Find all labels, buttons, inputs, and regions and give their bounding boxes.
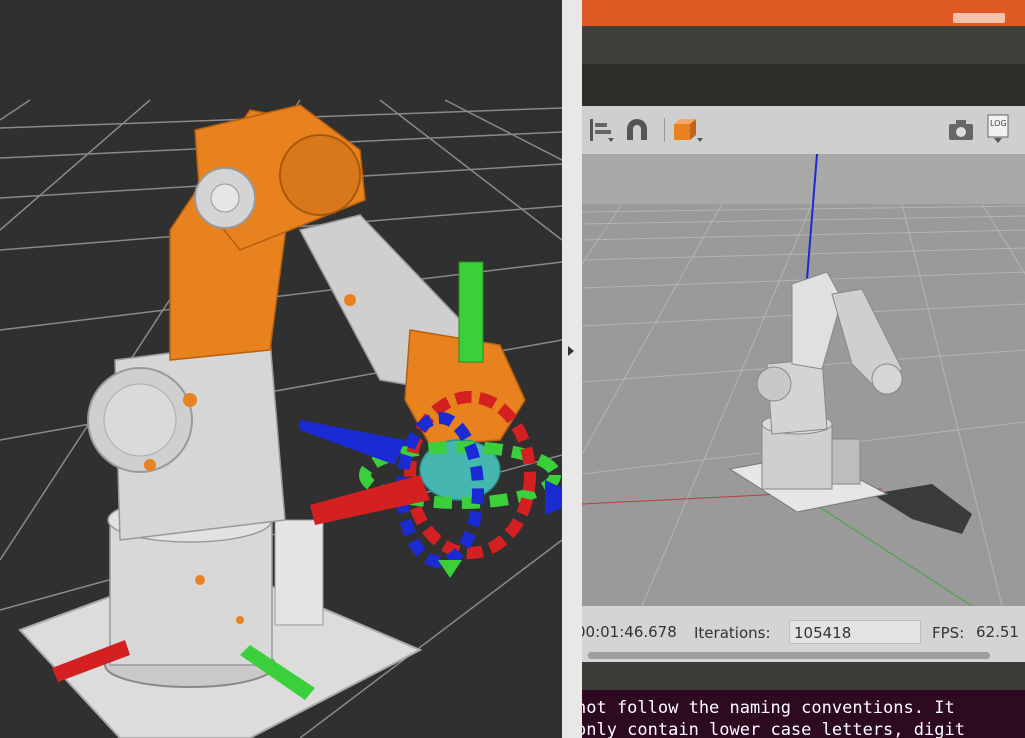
fps-value: 62.51 xyxy=(976,623,1019,641)
terminal-line: not follow the naming conventions. It xyxy=(582,698,955,718)
robot-shadow xyxy=(872,484,972,534)
gazebo-3d-viewport[interactable] xyxy=(582,154,1025,606)
gazebo-robot-model xyxy=(756,271,903,490)
marker-green-axis[interactable] xyxy=(458,261,484,363)
marker-blue-axis[interactable] xyxy=(300,420,405,465)
sim-time-value: 00:01:46.678 xyxy=(582,623,677,641)
menu-strip xyxy=(582,64,1025,106)
fps-label: FPS: xyxy=(932,624,965,642)
window-control-button[interactable] xyxy=(953,13,1005,23)
gazebo-status-bar: 00:01:46.678 Iterations: 105418 FPS: 62.… xyxy=(582,606,1025,662)
rviz-3d-view[interactable] xyxy=(0,0,562,738)
splitter-arrow-icon[interactable] xyxy=(568,346,574,356)
terminal-output[interactable]: not follow the naming conventions. It on… xyxy=(582,690,1025,738)
window-title-bar[interactable] xyxy=(582,0,1025,26)
magnet-snap-icon[interactable] xyxy=(622,116,652,144)
box-shape-icon[interactable] xyxy=(670,116,704,144)
marker-blue-arrowhead[interactable] xyxy=(545,480,562,515)
menu-bar xyxy=(582,26,1025,64)
window-gap xyxy=(582,662,1025,690)
iterations-field: 105418 xyxy=(789,620,921,644)
camera-screenshot-icon[interactable] xyxy=(946,116,976,144)
panel-splitter[interactable] xyxy=(562,0,582,738)
log-record-icon[interactable]: LOG xyxy=(986,114,1010,144)
align-tool-icon[interactable] xyxy=(588,116,616,144)
gazebo-scene xyxy=(582,154,1025,606)
marker-green-arrowhead[interactable] xyxy=(438,560,462,578)
rviz-scene xyxy=(0,99,562,738)
gazebo-window: LOG 00:01:46.678 Iterations: 105418 FPS:… xyxy=(582,0,1025,738)
terminal-line: only contain lower case letters, digit xyxy=(582,720,965,738)
horizontal-scrollbar[interactable] xyxy=(588,652,990,659)
iterations-label: Iterations: xyxy=(694,624,771,642)
toolbar-divider xyxy=(664,118,665,142)
log-label: LOG xyxy=(990,119,1007,128)
gazebo-toolbar: LOG xyxy=(582,106,1025,155)
